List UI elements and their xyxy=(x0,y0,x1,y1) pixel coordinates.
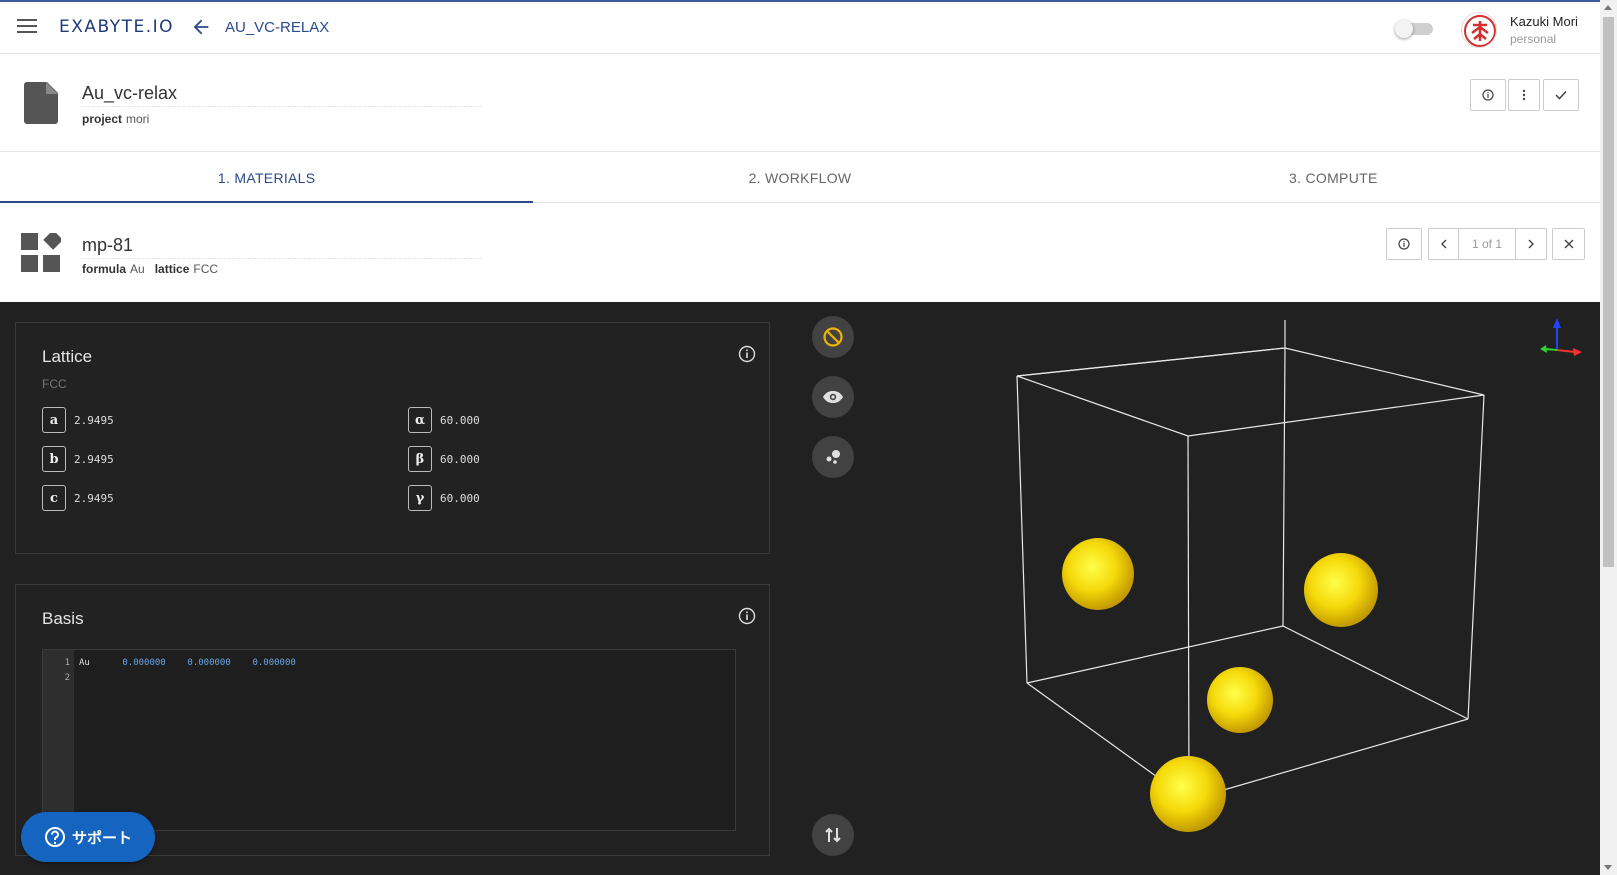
app-header: EXABYTE.IO AU_VC-RELAX Kazuki Mori perso… xyxy=(0,2,1600,54)
back-arrow-icon[interactable] xyxy=(190,16,212,38)
menu-icon[interactable] xyxy=(17,19,37,35)
close-icon xyxy=(1564,239,1573,249)
lattice-param-a[interactable]: a 2.9495 xyxy=(42,407,114,433)
job-project: project mori xyxy=(82,112,149,126)
chevron-left-icon xyxy=(1440,239,1446,249)
user-account: personal xyxy=(1510,32,1557,46)
tab-workflow[interactable]: 2. WORKFLOW xyxy=(533,153,1066,202)
materials-icon xyxy=(21,233,61,272)
info-icon xyxy=(1482,89,1494,101)
lattice-param-alpha[interactable]: α 60.000 xyxy=(408,407,480,433)
material-info-button[interactable] xyxy=(1386,228,1422,260)
lattice-param-gamma[interactable]: γ 60.000 xyxy=(408,485,480,511)
formula-value: Au xyxy=(130,262,145,276)
step-tabs: 1. MATERIALS 2. WORKFLOW 3. COMPUTE xyxy=(0,153,1600,203)
atom-au[interactable] xyxy=(1304,553,1378,627)
prev-material-button[interactable] xyxy=(1428,228,1459,260)
hide-icon xyxy=(823,327,843,347)
formula-label: formula xyxy=(82,262,127,276)
project-value: mori xyxy=(126,112,150,126)
job-header: Au_vc-relax project mori xyxy=(0,55,1600,152)
atom-au[interactable] xyxy=(1062,538,1134,610)
app-logo[interactable]: EXABYTE.IO xyxy=(59,17,174,37)
theme-toggle[interactable] xyxy=(1395,20,1433,38)
material-meta: formula Au lattice FCC xyxy=(82,262,218,276)
lattice-param-beta[interactable]: β 60.000 xyxy=(408,446,480,472)
lattice-panel: Lattice FCC a 2.9495 b 2.9495 c 2.9495 α 60.… xyxy=(15,322,770,554)
tab-compute[interactable]: 3. COMPUTE xyxy=(1067,153,1600,202)
basis-code: Au 0.000000 0.000000 0.000000 xyxy=(79,656,296,671)
atoms xyxy=(1062,538,1378,832)
support-button[interactable]: サポート xyxy=(21,812,155,862)
lattice-type: FCC xyxy=(42,377,67,391)
material-header: mp-81 formula Au lattice FCC 1 of 1 xyxy=(0,204,1600,302)
atoms-icon xyxy=(826,450,840,464)
lattice-value: FCC xyxy=(193,262,219,276)
atom-au[interactable] xyxy=(1150,756,1226,832)
swap-vert-icon xyxy=(825,827,841,843)
document-icon xyxy=(24,82,58,124)
lattice-param-b[interactable]: b 2.9495 xyxy=(42,446,114,472)
info-icon[interactable] xyxy=(738,607,756,625)
eye-icon xyxy=(823,391,843,403)
close-material-button[interactable] xyxy=(1552,228,1585,260)
scroll-down-icon[interactable] xyxy=(1604,865,1612,870)
basis-z: 0.000000 xyxy=(252,658,296,668)
material-name[interactable]: mp-81 xyxy=(82,235,482,259)
more-vert-icon xyxy=(1522,89,1526,101)
job-more-button[interactable] xyxy=(1508,79,1540,111)
lattice-title: Lattice xyxy=(42,347,93,366)
basis-editor[interactable]: 12 Au 0.000000 0.000000 0.000000 xyxy=(42,649,736,831)
visibility-button[interactable] xyxy=(812,376,854,418)
job-info-button[interactable] xyxy=(1470,79,1506,111)
lattice-label: lattice xyxy=(154,262,190,276)
lattice-param-c[interactable]: c 2.9495 xyxy=(42,485,114,511)
atom-au[interactable] xyxy=(1207,667,1273,733)
material-designer: Lattice FCC a 2.9495 b 2.9495 c 2.9495 α 60.… xyxy=(0,302,1600,875)
support-label: サポート xyxy=(71,829,132,847)
hide-atoms-button[interactable] xyxy=(812,316,854,358)
next-material-button[interactable] xyxy=(1515,228,1547,260)
chevron-right-icon xyxy=(1528,239,1534,249)
structure-viewer[interactable] xyxy=(870,302,1600,875)
check-icon xyxy=(1555,90,1567,100)
project-label: project xyxy=(82,112,123,126)
page-scrollbar[interactable] xyxy=(1600,0,1617,875)
material-pager: 1 of 1 xyxy=(1458,228,1516,260)
basis-title: Basis xyxy=(42,609,84,628)
info-icon[interactable] xyxy=(738,345,756,363)
avatar[interactable] xyxy=(1461,12,1497,48)
job-title[interactable]: Au_vc-relax xyxy=(82,83,482,107)
scroll-thumb[interactable] xyxy=(1603,17,1614,567)
basis-element: Au xyxy=(79,658,90,668)
tab-materials[interactable]: 1. MATERIALS xyxy=(0,153,534,203)
scroll-up-icon[interactable] xyxy=(1604,5,1612,10)
axes-icon xyxy=(1540,318,1582,356)
basis-x: 0.000000 xyxy=(122,658,166,668)
info-icon xyxy=(1398,238,1410,250)
line-numbers: 12 xyxy=(43,650,74,830)
breadcrumb[interactable]: AU_VC-RELAX xyxy=(225,19,329,36)
user-name: Kazuki Mori xyxy=(1510,14,1578,29)
help-icon xyxy=(44,827,65,847)
job-save-button[interactable] xyxy=(1543,79,1579,111)
swap-view-button[interactable] xyxy=(812,814,854,856)
basis-y: 0.000000 xyxy=(187,658,231,668)
atoms-view-button[interactable] xyxy=(812,436,854,478)
